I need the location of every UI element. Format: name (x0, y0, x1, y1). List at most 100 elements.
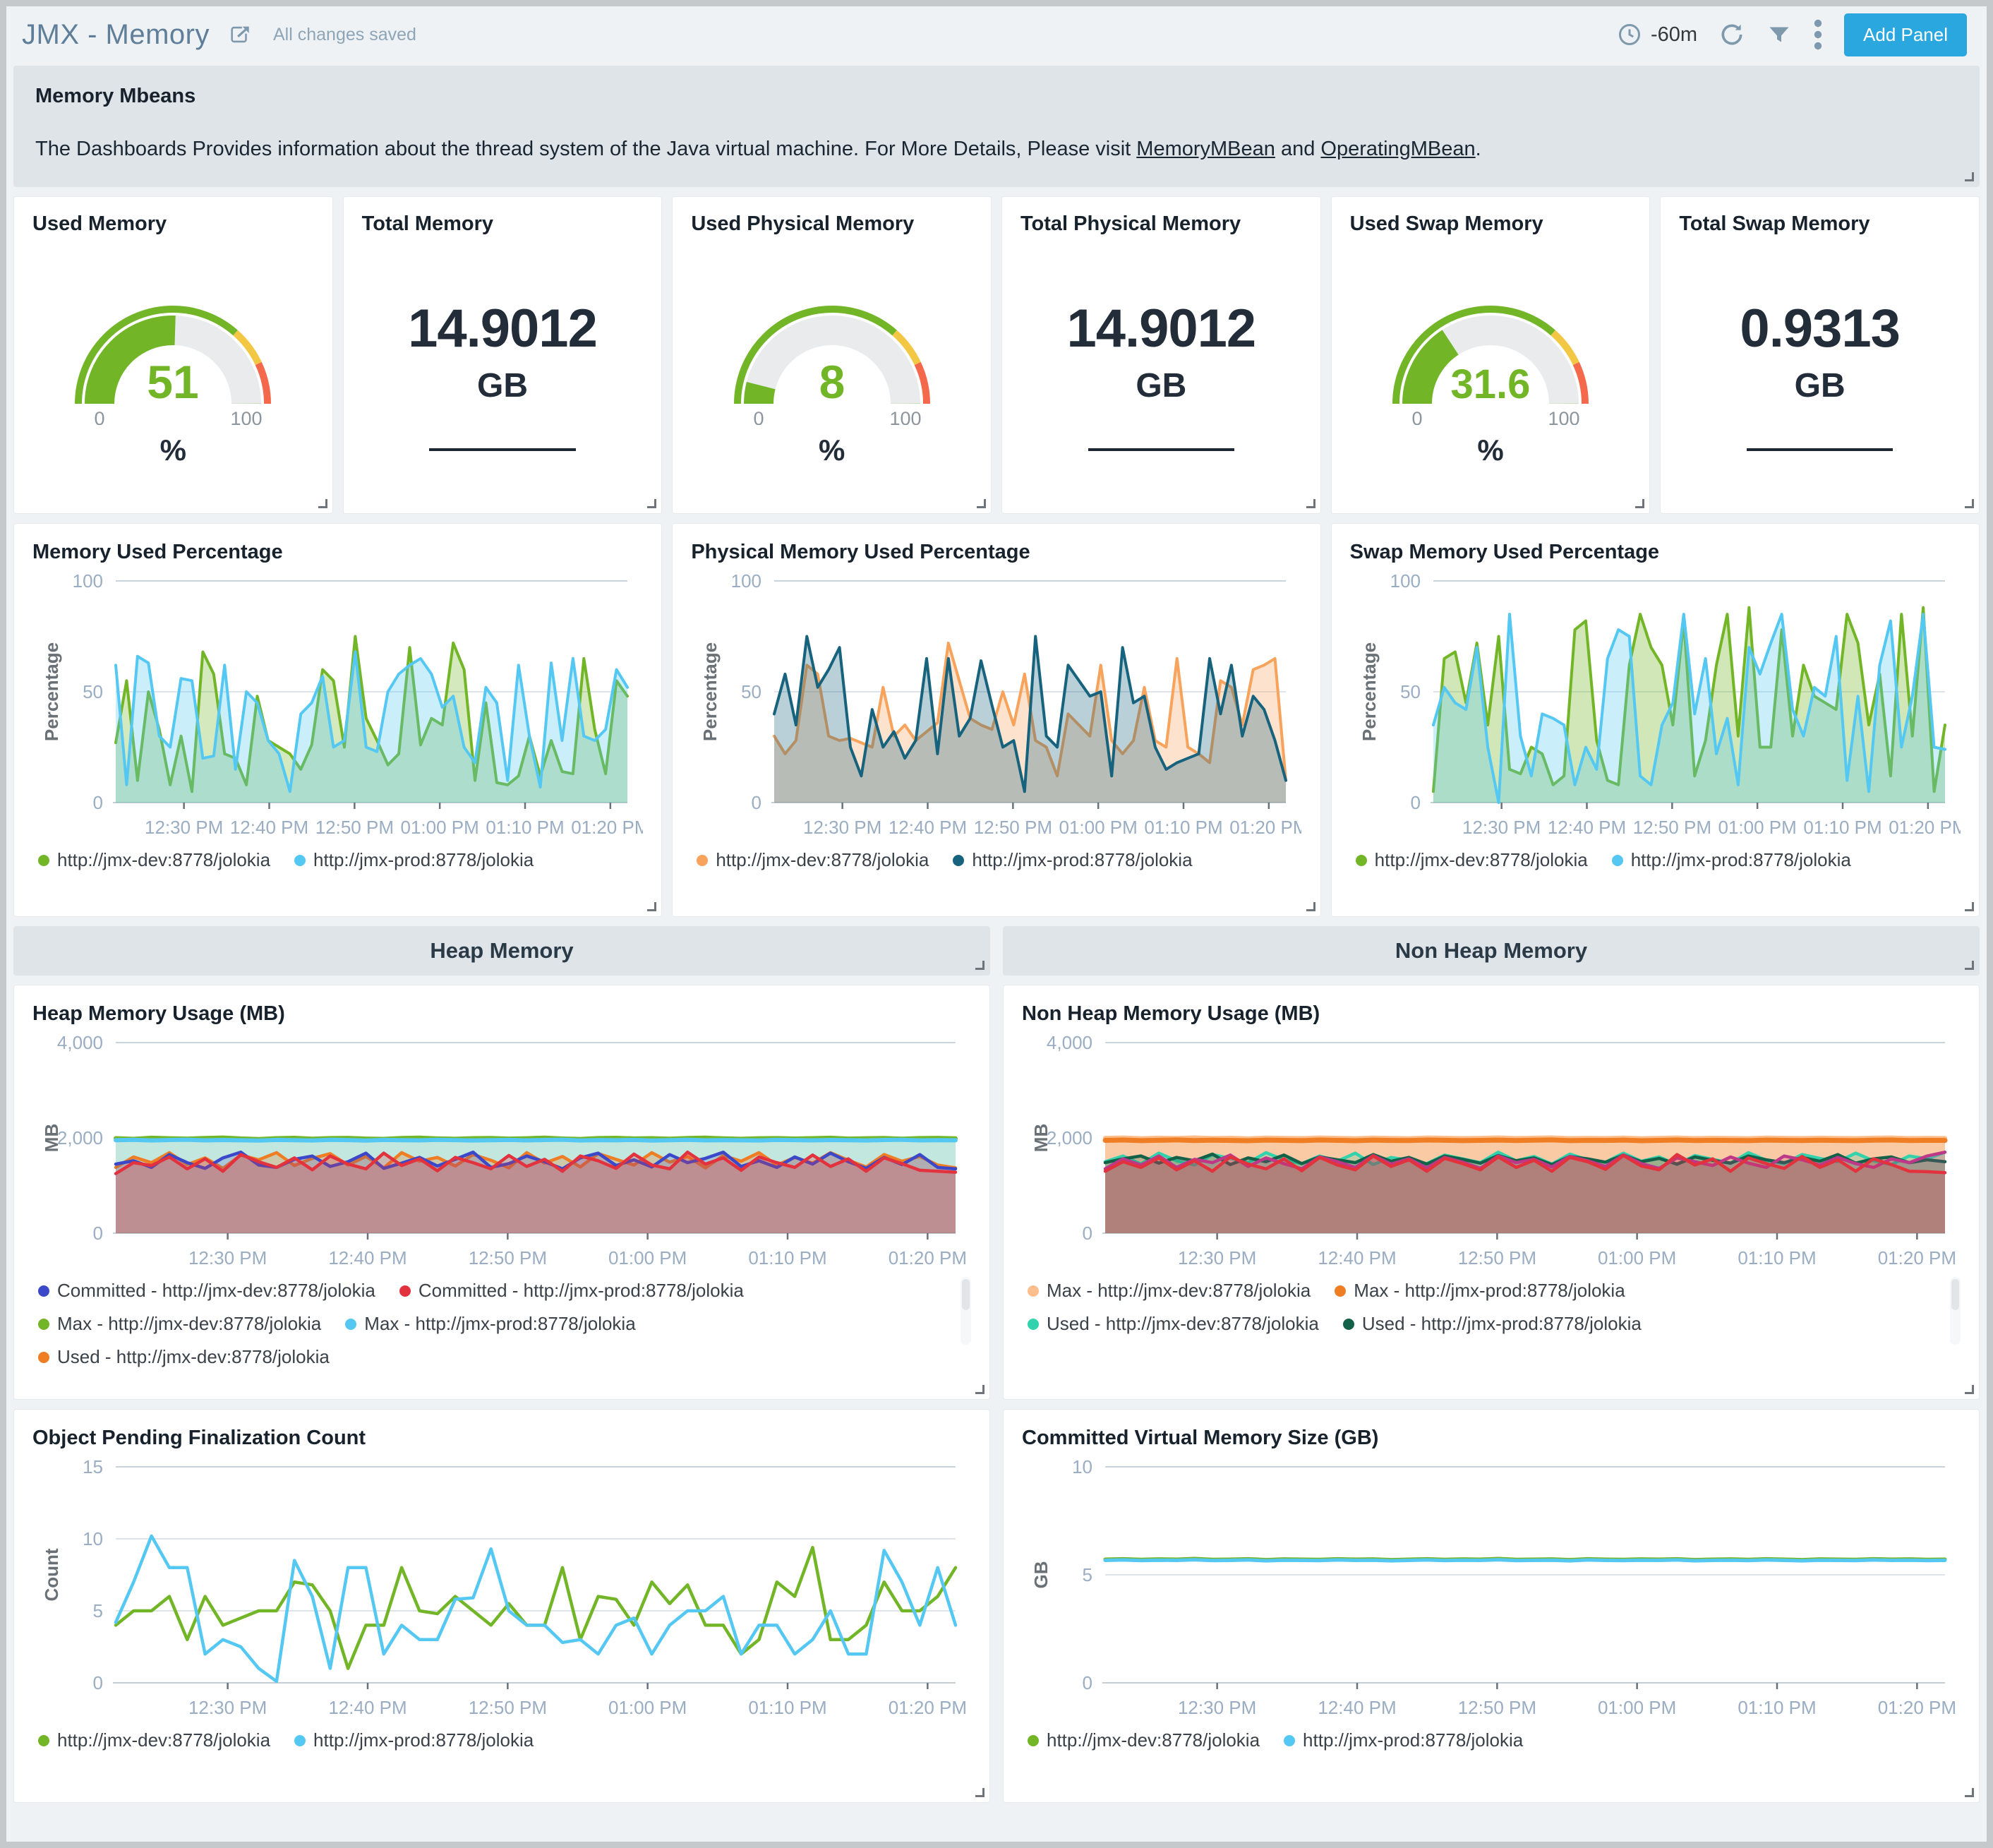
svg-text:0: 0 (95, 408, 105, 425)
resize-handle[interactable] (1965, 499, 1974, 508)
committed-virtual-memory-size-chart[interactable]: 051012:30 PM12:40 PM12:50 PM01:00 PM01:1… (1022, 1450, 1961, 1724)
chart-legend: http://jmx-dev:8778/jolokia http://jmx-pr… (38, 1729, 950, 1751)
resize-handle[interactable] (1306, 499, 1315, 508)
resize-handle[interactable] (647, 902, 656, 911)
panel-used-memory: Used Memory 010051 % (13, 196, 333, 514)
legend-series-dot-icon (38, 1285, 49, 1297)
resize-handle[interactable] (1965, 1385, 1974, 1394)
legend-item[interactable]: Committed - http://jmx-prod:8778/jolokia (399, 1280, 744, 1302)
stat-unit: GB (1136, 366, 1186, 405)
memory-used-percentage-chart[interactable]: 05010012:30 PM12:40 PM12:50 PM01:00 PM01… (32, 564, 643, 844)
resize-handle[interactable] (1635, 499, 1644, 508)
section-heap-memory: Heap Memory (13, 926, 990, 976)
legend-series-label: Max - http://jmx-prod:8778/jolokia (1354, 1280, 1625, 1302)
gauge-unit: % (160, 433, 186, 467)
svg-text:50: 50 (1400, 681, 1421, 702)
resize-handle[interactable] (1965, 1788, 1974, 1797)
legend-series-dot-icon (38, 855, 49, 866)
legend-item[interactable]: Max - http://jmx-dev:8778/jolokia (38, 1313, 321, 1335)
legend-item[interactable]: Used - http://jmx-dev:8778/jolokia (1028, 1313, 1319, 1335)
panel-title: Used Memory (32, 212, 167, 236)
svg-text:01:00 PM: 01:00 PM (608, 1247, 687, 1268)
window-frame: JMX - Memory All changes saved -60m (0, 0, 1993, 1848)
legend-item[interactable]: http://jmx-dev:8778/jolokia (1356, 849, 1588, 871)
svg-text:100: 100 (731, 570, 761, 592)
panel-object-pending-finalization-count: Object Pending Finalization Count 051015… (13, 1409, 990, 1803)
svg-text:50: 50 (83, 681, 103, 702)
legend-series-label: Max - http://jmx-dev:8778/jolokia (1047, 1280, 1311, 1302)
resize-handle[interactable] (647, 499, 656, 508)
stat-value: 14.9012 (1066, 298, 1256, 359)
svg-text:12:30 PM: 12:30 PM (1462, 817, 1541, 838)
legend-item[interactable]: http://jmx-dev:8778/jolokia (1028, 1729, 1260, 1751)
svg-text:51: 51 (147, 356, 199, 408)
svg-text:0: 0 (1083, 1672, 1092, 1693)
legend-item[interactable]: http://jmx-prod:8778/jolokia (294, 849, 534, 871)
legend-item[interactable]: http://jmx-dev:8778/jolokia (697, 849, 929, 871)
resize-handle[interactable] (1965, 902, 1974, 911)
svg-text:01:20 PM: 01:20 PM (1889, 817, 1961, 838)
timeseries-svg: 02,0004,00012:30 PM12:40 PM12:50 PM01:00… (1022, 1026, 1961, 1274)
legend-series-dot-icon (399, 1285, 411, 1297)
legend-series-dot-icon (345, 1319, 356, 1330)
share-icon[interactable] (228, 23, 252, 47)
time-range-picker[interactable]: -60m (1617, 22, 1697, 47)
non-heap-memory-usage-chart[interactable]: 02,0004,00012:30 PM12:40 PM12:50 PM01:00… (1022, 1026, 1961, 1274)
legend-item[interactable]: Used - http://jmx-dev:8778/jolokia (38, 1346, 330, 1368)
legend-item[interactable]: Committed - http://jmx-dev:8778/jolokia (38, 1280, 375, 1302)
used-swap-memory-gauge: 010031.6 (1374, 287, 1607, 425)
legend-item[interactable]: Max - http://jmx-dev:8778/jolokia (1028, 1280, 1311, 1302)
timeseries-svg: 02,0004,00012:30 PM12:40 PM12:50 PM01:00… (32, 1026, 971, 1274)
legend-item[interactable]: http://jmx-prod:8778/jolokia (1284, 1729, 1523, 1751)
legend-item[interactable]: Used - http://jmx-prod:8778/jolokia (1343, 1313, 1642, 1335)
object-pending-finalization-count-chart[interactable]: 05101512:30 PM12:40 PM12:50 PM01:00 PM01… (32, 1450, 971, 1724)
panel-physical-memory-used-percentage: Physical Memory Used Percentage 05010012… (672, 523, 1320, 917)
svg-text:8: 8 (819, 356, 845, 408)
section-title: Heap Memory (430, 938, 573, 964)
memorymbean-link[interactable]: MemoryMBean (1136, 138, 1275, 160)
stat-value: 0.9313 (1740, 298, 1899, 359)
resize-handle[interactable] (1965, 172, 1974, 181)
legend-scrollbar[interactable] (961, 1277, 971, 1345)
legend-item[interactable]: http://jmx-prod:8778/jolokia (953, 849, 1192, 871)
legend-series-label: http://jmx-prod:8778/jolokia (972, 849, 1192, 871)
panel-committed-virtual-memory-size: Committed Virtual Memory Size (GB) 05101… (1003, 1409, 1980, 1803)
resize-handle[interactable] (975, 961, 985, 970)
add-panel-button[interactable]: Add Panel (1844, 13, 1967, 56)
panel-title: Swap Memory Used Percentage (1350, 541, 1961, 564)
svg-text:Count: Count (41, 1548, 62, 1601)
refresh-icon[interactable] (1718, 21, 1745, 48)
kebab-menu-icon[interactable] (1813, 19, 1823, 50)
svg-text:0: 0 (93, 792, 103, 813)
legend-item[interactable]: http://jmx-dev:8778/jolokia (38, 849, 270, 871)
legend-item[interactable]: Max - http://jmx-prod:8778/jolokia (1335, 1280, 1625, 1302)
operatingmbean-link[interactable]: OperatingMBean (1320, 138, 1475, 160)
legend-item[interactable]: http://jmx-prod:8778/jolokia (1612, 849, 1851, 871)
filter-icon[interactable] (1766, 22, 1792, 47)
legend-item[interactable]: Max - http://jmx-prod:8778/jolokia (345, 1313, 635, 1335)
swap-memory-used-percentage-chart[interactable]: 05010012:30 PM12:40 PM12:50 PM01:00 PM01… (1350, 564, 1961, 844)
svg-text:Percentage: Percentage (1359, 642, 1380, 741)
svg-text:12:30 PM: 12:30 PM (1178, 1697, 1256, 1718)
physical-memory-used-percentage-chart[interactable]: 05010012:30 PM12:40 PM12:50 PM01:00 PM01… (691, 564, 1301, 844)
svg-text:12:40 PM: 12:40 PM (1548, 817, 1626, 838)
resize-handle[interactable] (975, 1788, 985, 1797)
legend-item[interactable]: http://jmx-dev:8778/jolokia (38, 1729, 270, 1751)
resize-handle[interactable] (975, 1385, 985, 1394)
legend-scrollbar[interactable] (1950, 1277, 1961, 1345)
resize-handle[interactable] (1306, 902, 1315, 911)
section-title: Non Heap Memory (1395, 938, 1587, 964)
svg-text:10: 10 (1072, 1456, 1092, 1477)
resize-handle[interactable] (318, 499, 327, 508)
panel-title: Non Heap Memory Usage (MB) (1022, 1002, 1961, 1026)
legend-item[interactable]: http://jmx-prod:8778/jolokia (294, 1729, 534, 1751)
sparkline (1088, 448, 1234, 451)
panel-title: Total Memory (362, 212, 493, 236)
resize-handle[interactable] (977, 499, 986, 508)
legend-series-dot-icon (1284, 1735, 1295, 1746)
heap-memory-usage-chart[interactable]: 02,0004,00012:30 PM12:40 PM12:50 PM01:00… (32, 1026, 971, 1274)
svg-text:Percentage: Percentage (699, 642, 721, 741)
resize-handle[interactable] (1965, 961, 1974, 970)
svg-text:4,000: 4,000 (1047, 1032, 1092, 1053)
legend-series-label: Committed - http://jmx-dev:8778/jolokia (57, 1280, 375, 1302)
